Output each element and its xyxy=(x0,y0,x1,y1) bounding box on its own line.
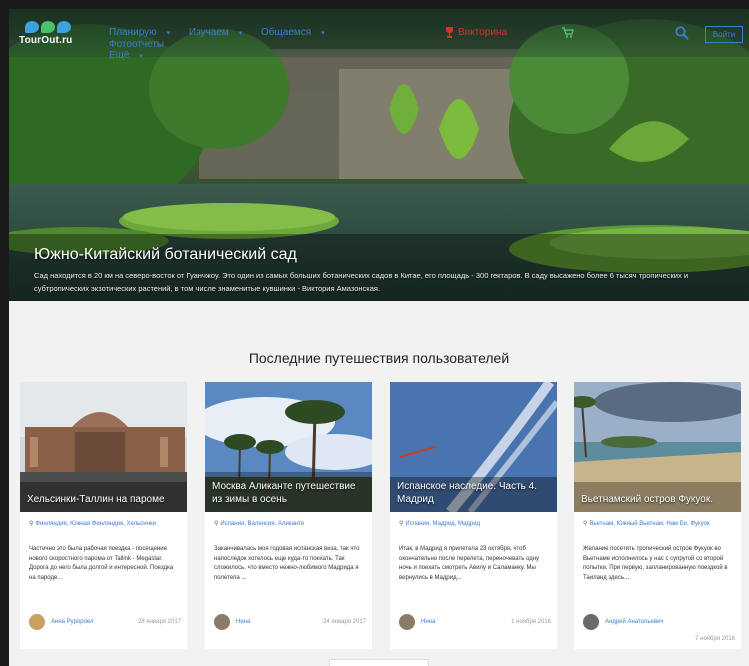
location-pin-icon: ⚲ xyxy=(583,521,588,527)
trip-card-text: Частично это была рабочая поездка - посе… xyxy=(29,546,174,581)
trip-card-author: Андрей Анатольевич 7 ноября 2016 xyxy=(583,614,735,642)
trip-card-image[interactable]: Хельсинки-Таллин на пароме xyxy=(20,382,187,512)
trip-card-title: Москва Аликанте путешествие из зимы в ос… xyxy=(212,481,356,505)
trip-card[interactable]: Москва Аликанте путешествие из зимы в ос… xyxy=(205,382,372,649)
avatar[interactable] xyxy=(214,614,230,630)
hero-description: Сад находится в 20 км на северо-восток о… xyxy=(34,271,689,293)
trip-card-location[interactable]: ⚲ Вьетнам, Южный Вьетнам, Нам Бо, Фукуок xyxy=(583,520,735,529)
trip-card-location[interactable]: ⚲ Испания, Валенсия, Аликанте xyxy=(214,520,366,529)
load-more-button[interactable] xyxy=(329,659,429,666)
location-pin-icon: ⚲ xyxy=(399,521,404,527)
nav-item-more[interactable]: Ещё ▾ xyxy=(109,50,151,61)
avatar[interactable] xyxy=(29,614,45,630)
site-logo[interactable]: TourOut.ru xyxy=(19,21,79,49)
trip-card[interactable]: Хельсинки-Таллин на пароме ⚲ Финляндия, Ю… xyxy=(20,382,187,649)
trip-card-title: Вьетнамский остров Фукуок. xyxy=(581,494,714,505)
trip-card-title: Хельсинки-Таллин на пароме xyxy=(27,494,165,505)
main-nav: Планирую ▾ Изучаем ▾ Общаемся ▾ Фотоотче… xyxy=(109,27,389,62)
nav-item-talk[interactable]: Общаемся ▾ xyxy=(261,27,333,38)
trip-card-date: 28 января 2017 xyxy=(138,619,181,625)
author-name[interactable]: Анна Руророел xyxy=(51,619,94,625)
trip-card-title: Испанское наследие. Часть 4. Мадрид xyxy=(397,481,538,505)
trip-card-date: 1 ноября 2016 xyxy=(511,619,551,625)
trip-card-date: 24 января 2017 xyxy=(323,619,366,625)
author-name[interactable]: Нина xyxy=(421,619,435,625)
trip-card-date: 7 ноября 2016 xyxy=(695,636,735,642)
trip-card-author: Нина 24 января 2017 xyxy=(214,614,366,632)
trip-card-text: Заканчивалась моя годовая испанская виза… xyxy=(214,546,360,581)
logo-icon xyxy=(25,21,71,33)
trip-card[interactable]: Вьетнамский остров Фукуок. ⚲ Вьетнам, Южн… xyxy=(574,382,741,649)
cart-icon[interactable] xyxy=(562,27,574,38)
trip-card-image[interactable]: Вьетнамский остров Фукуок. xyxy=(574,382,741,512)
trip-card-text: Желание посетить тропический остров Фуку… xyxy=(583,546,728,581)
author-name[interactable]: Нина xyxy=(236,619,250,625)
location-pin-icon: ⚲ xyxy=(214,521,219,527)
trip-card-author: Нина 1 ноября 2016 xyxy=(399,614,551,632)
trip-card-author: Анна Руророел 28 января 2017 xyxy=(29,614,181,632)
quiz-link[interactable]: Викторина xyxy=(445,27,507,38)
search-icon[interactable] xyxy=(675,26,689,40)
trip-card[interactable]: Испанское наследие. Часть 4. Мадрид ⚲ Исп… xyxy=(390,382,557,649)
section-title: Последние путешествия пользователей xyxy=(248,350,510,366)
logo-text: TourOut.ru xyxy=(19,35,73,46)
quiz-label: Викторина xyxy=(458,27,508,38)
trip-card-text: Итак, в Мадрид я прилетела 23 октября, ч… xyxy=(399,546,540,581)
nav-item-photo[interactable]: Фотоотчеты xyxy=(109,39,172,50)
author-name[interactable]: Андрей Анатольевич xyxy=(605,619,664,625)
nav-item-learn[interactable]: Изучаем ▾ xyxy=(189,27,250,38)
trip-card-image[interactable]: Испанское наследие. Часть 4. Мадрид xyxy=(390,382,557,512)
page: Южно-Китайский ботанический сад Сад нахо… xyxy=(9,9,749,666)
site-header: TourOut.ru Планирую ▾ Изучаем ▾ Общаемся… xyxy=(9,9,749,61)
trip-card-location[interactable]: ⚲ Испания, Мадрид, Мадрид xyxy=(399,520,551,529)
trip-card-location[interactable]: ⚲ Финляндия, Южная Финляндия, Хельсинки xyxy=(29,520,181,529)
trophy-icon xyxy=(446,27,453,38)
login-button[interactable]: Войти xyxy=(705,26,743,43)
avatar[interactable] xyxy=(583,614,599,630)
nav-item-plan[interactable]: Планирую ▾ xyxy=(109,27,178,38)
trip-card-image[interactable]: Москва Аликанте путешествие из зимы в ос… xyxy=(205,382,372,512)
hero-title[interactable]: Южно-Китайский ботанический сад xyxy=(34,246,297,264)
avatar[interactable] xyxy=(399,614,415,630)
location-pin-icon: ⚲ xyxy=(29,521,34,527)
